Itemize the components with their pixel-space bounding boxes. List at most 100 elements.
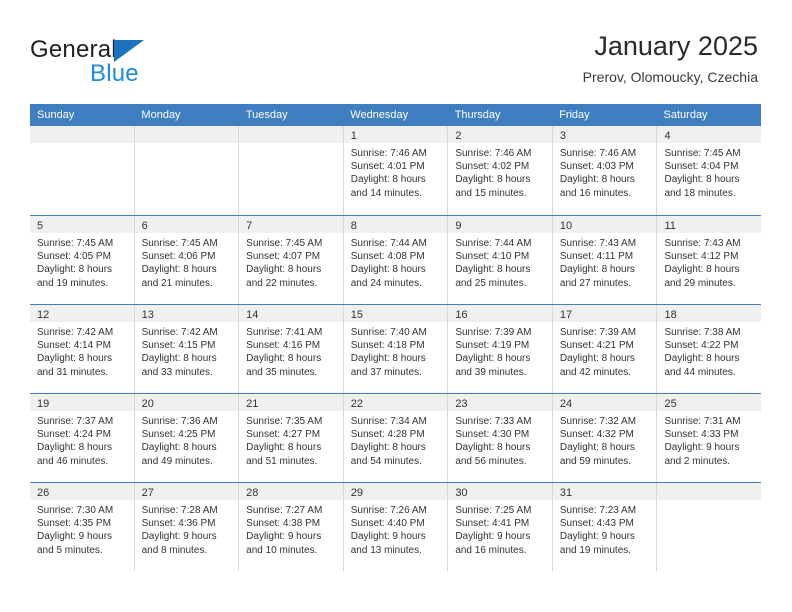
day-cell-empty [134,126,240,215]
day-cell-10[interactable]: 10 Sunrise: 7:43 AM Sunset: 4:11 PM Dayligh… [552,216,658,304]
day-cell-25[interactable]: 25 Sunrise: 7:31 AM Sunset: 4:33 PM Dayligh… [657,394,762,482]
day-cell-9[interactable]: 9 Sunrise: 7:44 AM Sunset: 4:10 PM Daylight… [448,216,553,304]
day-cell-24[interactable]: 24 Sunrise: 7:32 AM Sunset: 4:32 PM Dayligh… [552,394,658,482]
day-details: Sunrise: 7:37 AM Sunset: 4:24 PM Daylight:… [30,411,134,468]
day-detail-line: Daylight: 8 hours [350,174,426,186]
day-detail-line: Sunrise: 7:23 AM [559,505,637,516]
day-detail-line: and 56 minutes. [455,455,527,467]
day-cell-1[interactable]: 1 Sunrise: 7:46 AM Sunset: 4:01 PM Daylight… [343,126,449,215]
day-cell-30[interactable]: 30 Sunrise: 7:25 AM Sunset: 4:41 PM Dayligh… [448,483,553,571]
day-number-band: 30 [448,483,552,500]
day-detail-line: and 15 minutes. [455,187,527,199]
day-detail-line: Sunset: 4:06 PM [141,251,216,263]
day-cell-17[interactable]: 17 Sunrise: 7:39 AM Sunset: 4:21 PM Dayligh… [552,305,658,393]
day-number: 17 [559,309,573,321]
day-details: Sunrise: 7:46 AM Sunset: 4:02 PM Daylight:… [448,143,552,200]
day-detail-line: Sunset: 4:40 PM [350,518,425,530]
day-number: 2 [455,130,462,142]
day-detail-line: Daylight: 8 hours [37,353,113,365]
day-cell-11[interactable]: 11 Sunrise: 7:43 AM Sunset: 4:12 PM Dayligh… [657,216,762,304]
day-cell-5[interactable]: 5 Sunrise: 7:45 AM Sunset: 4:05 PM Daylight… [30,216,135,304]
day-detail-line: and 16 minutes. [559,187,632,199]
day-details: Sunrise: 7:42 AM Sunset: 4:14 PM Daylight:… [30,322,134,379]
day-detail-line: Daylight: 8 hours [37,264,113,276]
day-cell-22[interactable]: 22 Sunrise: 7:34 AM Sunset: 4:28 PM Dayligh… [343,394,449,482]
day-cell-14[interactable]: 14 Sunrise: 7:41 AM Sunset: 4:16 PM Dayligh… [239,305,344,393]
day-number-band: 28 [239,483,343,500]
day-detail-line: Daylight: 8 hours [350,442,426,454]
day-cell-2[interactable]: 2 Sunrise: 7:46 AM Sunset: 4:02 PM Daylight… [448,126,553,215]
day-number: 14 [246,309,259,321]
day-cell-8[interactable]: 8 Sunrise: 7:44 AM Sunset: 4:08 PM Daylight… [343,216,449,304]
day-detail-line: Daylight: 8 hours [559,442,635,454]
day-detail-line: Sunset: 4:08 PM [350,251,425,263]
day-cell-29[interactable]: 29 Sunrise: 7:26 AM Sunset: 4:40 PM Dayligh… [343,483,449,571]
day-number-band: 20 [134,394,239,411]
day-detail-line: Sunset: 4:10 PM [455,251,530,263]
day-number: 21 [246,398,259,410]
day-cell-31[interactable]: 31 Sunrise: 7:23 AM Sunset: 4:43 PM Dayligh… [552,483,658,571]
day-cell-26[interactable]: 26 Sunrise: 7:30 AM Sunset: 4:35 PM Dayligh… [30,483,135,571]
day-detail-line: and 22 minutes. [246,277,318,289]
day-number: 26 [37,487,50,499]
day-cell-18[interactable]: 18 Sunrise: 7:38 AM Sunset: 4:22 PM Dayligh… [657,305,762,393]
day-number-band: 12 [30,305,134,322]
day-cell-27[interactable]: 27 Sunrise: 7:28 AM Sunset: 4:36 PM Dayligh… [134,483,240,571]
day-details [135,143,239,147]
day-number: 11 [664,220,676,232]
day-number: 6 [141,220,148,232]
day-cell-28[interactable]: 28 Sunrise: 7:27 AM Sunset: 4:38 PM Dayligh… [239,483,344,571]
day-detail-line: and 54 minutes. [350,455,422,467]
day-cell-19[interactable]: 19 Sunrise: 7:37 AM Sunset: 4:24 PM Dayligh… [30,394,135,482]
day-detail-line: Daylight: 8 hours [141,264,217,276]
day-cell-16[interactable]: 16 Sunrise: 7:39 AM Sunset: 4:19 PM Dayligh… [448,305,553,393]
day-detail-line: Sunrise: 7:30 AM [37,505,114,516]
day-cell-20[interactable]: 20 Sunrise: 7:36 AM Sunset: 4:25 PM Dayligh… [134,394,240,482]
day-details: Sunrise: 7:39 AM Sunset: 4:19 PM Daylight:… [448,322,552,379]
day-number-band: 23 [448,394,552,411]
day-details: Sunrise: 7:28 AM Sunset: 4:36 PM Daylight:… [135,500,239,557]
day-detail-line: Sunset: 4:11 PM [559,251,634,263]
day-detail-line: and 24 minutes. [350,277,422,289]
day-number-band: 14 [239,305,343,322]
day-number-band [657,483,762,500]
weekday-header-sunday: Sunday [37,109,75,121]
calendar-week-row: 26 Sunrise: 7:30 AM Sunset: 4:35 PM Dayligh… [30,482,762,571]
day-cell-empty [657,483,762,571]
day-detail-line: Sunset: 4:38 PM [246,518,321,530]
day-cell-4[interactable]: 4 Sunrise: 7:45 AM Sunset: 4:04 PM Daylight… [657,126,762,215]
day-cell-21[interactable]: 21 Sunrise: 7:35 AM Sunset: 4:27 PM Dayligh… [239,394,344,482]
day-cell-3[interactable]: 3 Sunrise: 7:46 AM Sunset: 4:03 PM Daylight… [552,126,658,215]
day-detail-line: Sunset: 4:28 PM [350,429,425,441]
day-cell-15[interactable]: 15 Sunrise: 7:40 AM Sunset: 4:18 PM Dayligh… [343,305,449,393]
day-details: Sunrise: 7:26 AM Sunset: 4:40 PM Daylight:… [344,500,448,557]
day-number: 29 [350,487,363,499]
page-header: General Blue January 2025 Prerov, Olomou… [0,0,792,100]
day-detail-line: Sunrise: 7:41 AM [246,327,323,338]
day-detail-line: Daylight: 9 hours [559,531,635,543]
day-number: 7 [246,220,253,232]
day-number-band: 13 [134,305,239,322]
day-details [30,143,134,147]
day-detail-line: Daylight: 8 hours [246,264,322,276]
day-cell-7[interactable]: 7 Sunrise: 7:45 AM Sunset: 4:07 PM Daylight… [239,216,344,304]
general-blue-logo[interactable]: General Blue [30,36,260,88]
day-detail-line: Sunrise: 7:25 AM [455,505,532,516]
day-number-band: 11 [657,216,762,233]
day-details: Sunrise: 7:31 AM Sunset: 4:33 PM Daylight:… [657,411,761,468]
day-number: 28 [246,487,259,499]
day-cell-12[interactable]: 12 Sunrise: 7:42 AM Sunset: 4:14 PM Dayligh… [30,305,135,393]
day-detail-line: Daylight: 8 hours [141,442,217,454]
day-cell-6[interactable]: 6 Sunrise: 7:45 AM Sunset: 4:06 PM Daylight… [134,216,240,304]
day-detail-line: Sunset: 4:43 PM [559,518,634,530]
day-detail-line: Sunrise: 7:44 AM [455,238,532,249]
day-number-band: 19 [30,394,134,411]
day-detail-line: and 19 minutes. [559,544,632,556]
day-number: 30 [455,487,468,499]
day-cell-23[interactable]: 23 Sunrise: 7:33 AM Sunset: 4:30 PM Dayligh… [448,394,553,482]
day-number: 10 [559,220,573,232]
day-number: 20 [141,398,154,410]
day-detail-line: Sunset: 4:27 PM [246,429,321,441]
day-detail-line: Sunset: 4:14 PM [37,340,111,352]
day-cell-13[interactable]: 13 Sunrise: 7:42 AM Sunset: 4:15 PM Dayligh… [134,305,240,393]
